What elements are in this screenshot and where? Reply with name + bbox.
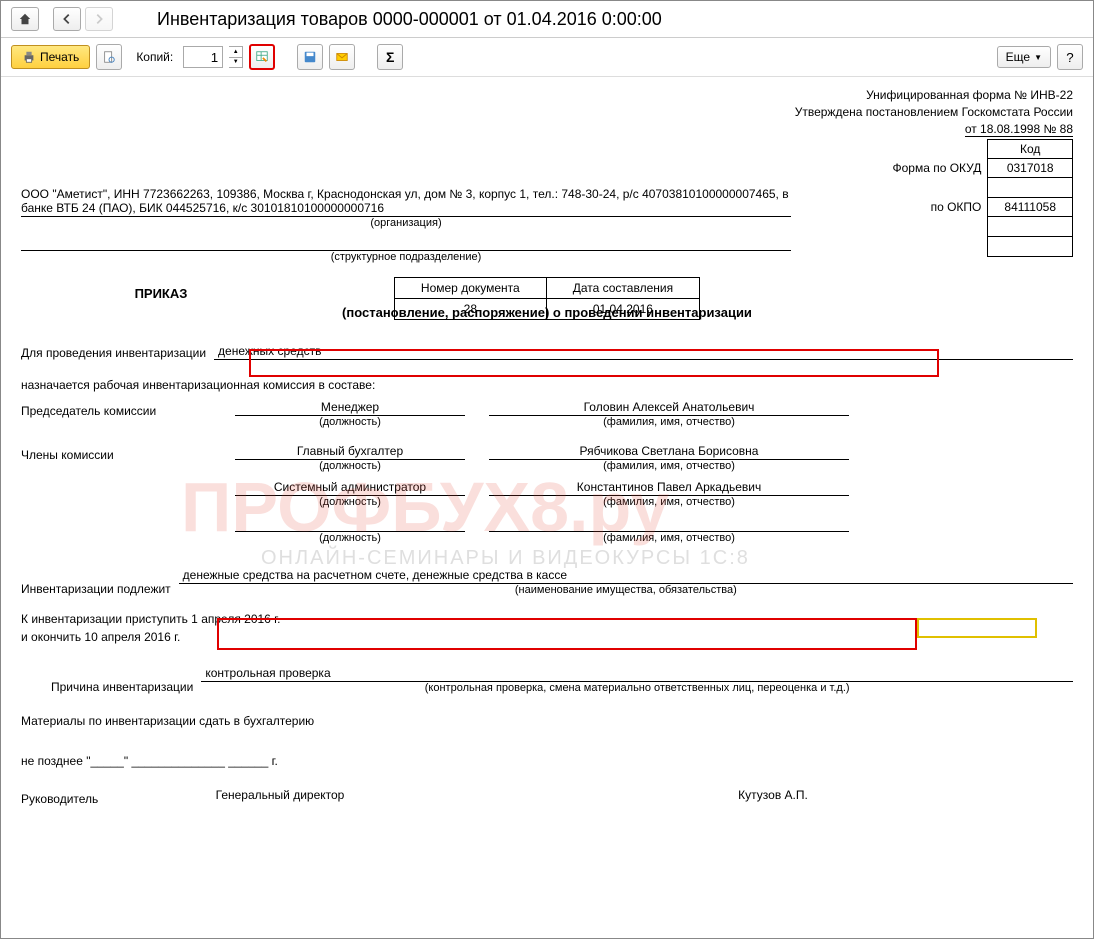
back-button[interactable] (53, 7, 81, 31)
member3-name[interactable] (489, 516, 849, 532)
member2-role[interactable]: Системный администратор (235, 480, 465, 496)
watermark-sub: ОНЛАЙН-СЕМИНАРЫ И ВИДЕОКУРСЫ 1С:8 (261, 547, 750, 570)
help-button[interactable]: ? (1057, 44, 1083, 70)
subtitle: (постановление, распоряжение) о проведен… (21, 305, 1073, 320)
spinner-up[interactable]: ▲ (229, 47, 242, 58)
document-icon (102, 50, 116, 64)
prikaz-title: ПРИКАЗ (21, 286, 301, 301)
okpo-label: по ОКПО (876, 198, 987, 217)
copies-input[interactable] (183, 46, 223, 68)
home-button[interactable] (11, 7, 39, 31)
member1-name[interactable]: Рябчикова Светлана Борисовна (489, 444, 849, 460)
org-sub: (организация) (21, 217, 791, 229)
member2-name[interactable]: Константинов Павел Аркадьевич (489, 480, 849, 496)
doc-num-header: Номер документа (394, 278, 546, 299)
save-icon (303, 50, 317, 64)
commission-text: назначается рабочая инвентаризационная к… (21, 378, 1073, 392)
signer-name: Кутузов А.П. (593, 788, 953, 804)
email-button[interactable] (329, 44, 355, 70)
reason-sub: (контрольная проверка, смена материально… (201, 682, 1073, 694)
doc-date-header: Дата составления (546, 278, 699, 299)
member3-role[interactable] (235, 516, 465, 532)
inv-for-value[interactable]: денежных средств (214, 344, 1073, 360)
window-title: Инвентаризация товаров 0000-000001 от 01… (157, 9, 662, 30)
more-label: Еще (1006, 50, 1030, 64)
okud-value: 0317018 (988, 159, 1073, 178)
reason-value[interactable]: контрольная проверка (201, 666, 1073, 682)
materials-text: Материалы по инвентаризации сдать в бухг… (21, 714, 1073, 728)
copies-spinner[interactable]: ▲▼ (229, 46, 243, 68)
chairman-label: Председатель комиссии (21, 400, 211, 428)
subject-value[interactable]: денежные средства на расчетном счете, де… (179, 568, 1073, 584)
preview-button[interactable] (96, 44, 122, 70)
form-title: Унифицированная форма № ИНВ-22 (21, 87, 1073, 104)
chairman-role[interactable]: Менеджер (235, 400, 465, 416)
inv-for-label: Для проведения инвентаризации (21, 346, 214, 360)
print-label: Печать (40, 50, 79, 64)
forward-button[interactable] (85, 7, 113, 31)
sum-button[interactable]: Σ (377, 44, 403, 70)
form-header: Унифицированная форма № ИНВ-22 Утвержден… (21, 87, 1073, 137)
form-approved: Утверждена постановлением Госкомстата Ро… (21, 104, 1073, 121)
org-text: ООО "Аметист", ИНН 7723662263, 109386, М… (21, 187, 791, 217)
save-button[interactable] (297, 44, 323, 70)
start-date: К инвентаризации приступить 1 апреля 201… (21, 610, 1073, 628)
titlebar: Инвентаризация товаров 0000-000001 от 01… (1, 1, 1093, 38)
signer-role: Генеральный директор (165, 788, 395, 804)
table-edit-icon (255, 50, 269, 64)
print-button[interactable]: Печать (11, 45, 90, 69)
okud-label: Форма по ОКУД (876, 159, 987, 178)
subject-label: Инвентаризации подлежит (21, 582, 179, 596)
code-header: Код (988, 140, 1073, 159)
chevron-down-icon: ▼ (1034, 53, 1042, 62)
struct-sub: (структурное подразделение) (21, 251, 791, 263)
toolbar: Печать Копий: ▲▼ Σ Еще▼ ? (1, 38, 1093, 77)
reason-label: Причина инвентаризации (21, 680, 201, 694)
form-date-ref: от 18.08.1998 № 88 (21, 121, 1073, 138)
copies-label: Копий: (136, 50, 173, 64)
subject-sub: (наименование имущества, обязательства) (179, 584, 1073, 596)
spinner-down[interactable]: ▼ (229, 58, 242, 68)
struct-line (21, 235, 791, 251)
document-area: ПРОФБУХ8.ру ОНЛАЙН-СЕМИНАРЫ И ВИДЕОКУРСЫ… (1, 77, 1093, 937)
member1-role[interactable]: Главный бухгалтер (235, 444, 465, 460)
edit-mode-button[interactable] (249, 44, 275, 70)
print-icon (22, 50, 36, 64)
signer-label: Руководитель (21, 788, 141, 806)
chairman-name[interactable]: Головин Алексей Анатольевич (489, 400, 849, 416)
deadline-label: не позднее "_____" ______________ ______… (21, 754, 1073, 768)
code-table: Код Форма по ОКУД0317018 по ОКПО84111058 (876, 139, 1073, 257)
mail-icon (335, 50, 349, 64)
okpo-value: 84111058 (988, 198, 1073, 217)
more-button[interactable]: Еще ▼ (997, 46, 1051, 68)
end-date: и окончить 10 апреля 2016 г. (21, 628, 1073, 646)
members-label: Члены комиссии (21, 444, 211, 472)
sigma-icon: Σ (386, 49, 394, 65)
